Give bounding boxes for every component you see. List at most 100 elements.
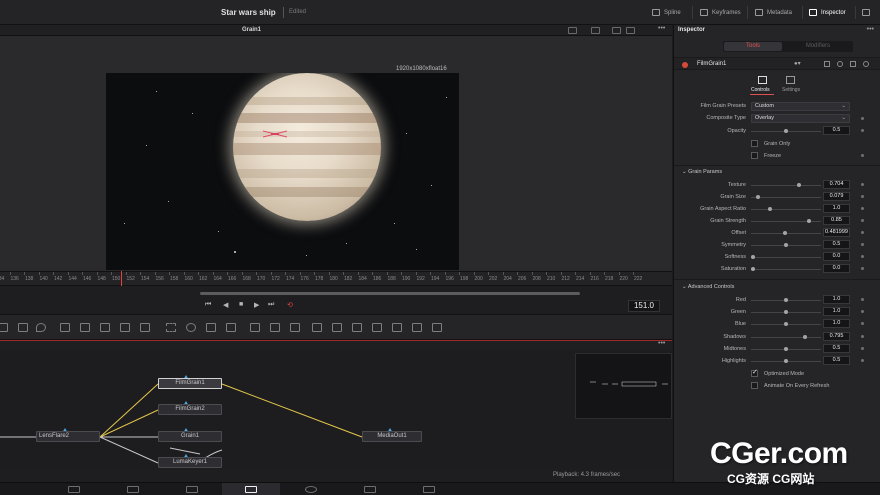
inspector-button[interactable]: Inspector: [809, 9, 846, 16]
keyframe-dot[interactable]: [861, 298, 864, 301]
cut-page-icon[interactable]: [127, 486, 139, 493]
saturation-field[interactable]: 0.0: [823, 264, 850, 273]
merge-tool-icon[interactable]: [80, 323, 90, 332]
node-grain1[interactable]: Grain1: [158, 431, 222, 442]
versions-icon[interactable]: [824, 61, 830, 67]
tool-color-icon[interactable]: ●▾: [794, 60, 801, 67]
timeline-ruler[interactable]: 134 136 138 140 142 144 146 148 150 152 154 156 158 1…: [0, 271, 672, 286]
texture-slider-knob[interactable]: [797, 183, 802, 187]
keyframe-dot[interactable]: [861, 322, 864, 325]
strength-field[interactable]: 0.85: [823, 216, 850, 225]
grainsize-field[interactable]: 0.079: [823, 192, 850, 201]
green-slider-knob[interactable]: [784, 310, 788, 314]
grainsize-slider-knob[interactable]: [756, 195, 761, 199]
keyframe-dot[interactable]: [861, 243, 864, 246]
viewer-more-icon[interactable]: •••: [658, 25, 665, 32]
shadows-slider-knob[interactable]: [803, 335, 808, 339]
tool-enable-icon[interactable]: [682, 62, 688, 68]
rectangle-mask-icon[interactable]: [166, 323, 176, 332]
texture-slider[interactable]: [751, 185, 821, 186]
bspline-mask-icon[interactable]: [226, 323, 236, 332]
grainsize-slider[interactable]: [751, 197, 821, 198]
go-to-start-button[interactable]: ⏮: [205, 301, 211, 309]
node-minimap[interactable]: [575, 353, 672, 419]
viewer[interactable]: 1920x1080xfloat16: [0, 36, 672, 271]
softness-slider[interactable]: [751, 257, 821, 258]
polygon-mask-icon[interactable]: [206, 323, 216, 332]
shadows-field[interactable]: 0.795: [823, 332, 850, 341]
go-to-end-button[interactable]: ⏭: [268, 301, 274, 309]
keyframe-dot[interactable]: [861, 255, 864, 258]
offset-field[interactable]: 0.481999: [823, 228, 850, 237]
optimized-mode-checkbox[interactable]: [751, 368, 758, 377]
symmetry-slider-knob[interactable]: [784, 243, 788, 247]
monitor-icon[interactable]: [862, 9, 870, 16]
aspect-slider-knob[interactable]: [767, 207, 772, 211]
text-tool-icon[interactable]: [100, 323, 110, 332]
midtones-field[interactable]: 0.5: [823, 344, 850, 353]
presets-dropdown[interactable]: Custom ⌄: [751, 102, 850, 111]
emitter-tool-icon[interactable]: [270, 323, 280, 332]
grain-only-checkbox[interactable]: [751, 140, 758, 147]
keyframe-dot[interactable]: [861, 207, 864, 210]
lock-icon[interactable]: [850, 61, 856, 67]
offset-slider-knob[interactable]: [782, 231, 787, 235]
keyframe-dot[interactable]: [861, 231, 864, 234]
opacity-slider-knob[interactable]: [784, 129, 788, 133]
merge3d-tool-icon[interactable]: [332, 323, 342, 332]
ellipse-mask-icon[interactable]: [186, 323, 196, 332]
texture-field[interactable]: 0.704: [823, 180, 850, 189]
tool-header[interactable]: FilmGrain1 ●▾: [674, 57, 880, 70]
timeline-scrollbar[interactable]: [200, 292, 580, 295]
play-reverse-button[interactable]: ◀: [223, 301, 228, 309]
node-more-icon[interactable]: •••: [658, 340, 665, 347]
blur-tool-icon[interactable]: [140, 323, 150, 332]
particles-tool-icon[interactable]: [250, 323, 260, 332]
viewer-options-icon[interactable]: [612, 27, 621, 34]
viewer-color-icon[interactable]: [591, 27, 600, 34]
shape3d-tool-icon[interactable]: [312, 323, 322, 332]
keyframe-dot[interactable]: [861, 267, 864, 270]
viewer-canvas[interactable]: [106, 73, 459, 270]
tab-tools[interactable]: Tools: [724, 42, 782, 51]
viewer-lut-icon[interactable]: [626, 27, 635, 34]
transform-tool-icon[interactable]: [120, 323, 130, 332]
background-tool-icon[interactable]: [60, 323, 70, 332]
keyframe-dot[interactable]: [861, 347, 864, 350]
tab-controls[interactable]: Controls: [751, 87, 770, 93]
keyframe-dot[interactable]: [861, 359, 864, 362]
animate-refresh-checkbox[interactable]: [751, 382, 758, 389]
play-button[interactable]: ▶: [254, 301, 259, 309]
metadata-button[interactable]: Metadata: [755, 9, 792, 16]
image-plane-icon[interactable]: [392, 323, 402, 332]
renderer3d-icon[interactable]: [412, 323, 422, 332]
highlights-slider-knob[interactable]: [784, 359, 788, 363]
keyframe-dot[interactable]: [861, 335, 864, 338]
playhead[interactable]: [121, 271, 122, 286]
camera3d-tool-icon[interactable]: [352, 323, 362, 332]
symmetry-field[interactable]: 0.5: [823, 240, 850, 249]
keyframe-dot[interactable]: [861, 129, 864, 132]
freeze-checkbox[interactable]: [751, 152, 758, 159]
grain-params-section[interactable]: ⌄ Grain Params: [682, 169, 722, 175]
composite-dropdown[interactable]: Overlay ⌄: [751, 114, 850, 123]
opacity-field[interactable]: 0.5: [823, 126, 850, 135]
renderer-tool-icon[interactable]: [290, 323, 300, 332]
node-filmgrain1[interactable]: FilmGrain1: [158, 378, 222, 389]
shadows-slider[interactable]: [751, 337, 821, 338]
green-field[interactable]: 1.0: [823, 307, 850, 316]
fairlight-page-icon[interactable]: [364, 486, 376, 493]
drop-tool-icon[interactable]: [36, 323, 46, 332]
tab-settings[interactable]: Settings: [782, 87, 800, 93]
color-page-icon[interactable]: [305, 486, 317, 493]
strength-slider-knob[interactable]: [807, 219, 812, 223]
aspect-field[interactable]: 1.0: [823, 204, 850, 213]
fusion-page-icon[interactable]: [245, 486, 257, 493]
paint-tool-icon[interactable]: [18, 323, 28, 332]
saturation-slider-knob[interactable]: [751, 267, 755, 271]
keyframe-dot[interactable]: [861, 117, 864, 120]
node-mediaout1[interactable]: MediaOut1: [362, 431, 422, 442]
media-page-icon[interactable]: [68, 486, 80, 493]
current-frame-field[interactable]: 151.0: [628, 300, 660, 312]
inspector-more-icon[interactable]: •••: [867, 26, 874, 33]
